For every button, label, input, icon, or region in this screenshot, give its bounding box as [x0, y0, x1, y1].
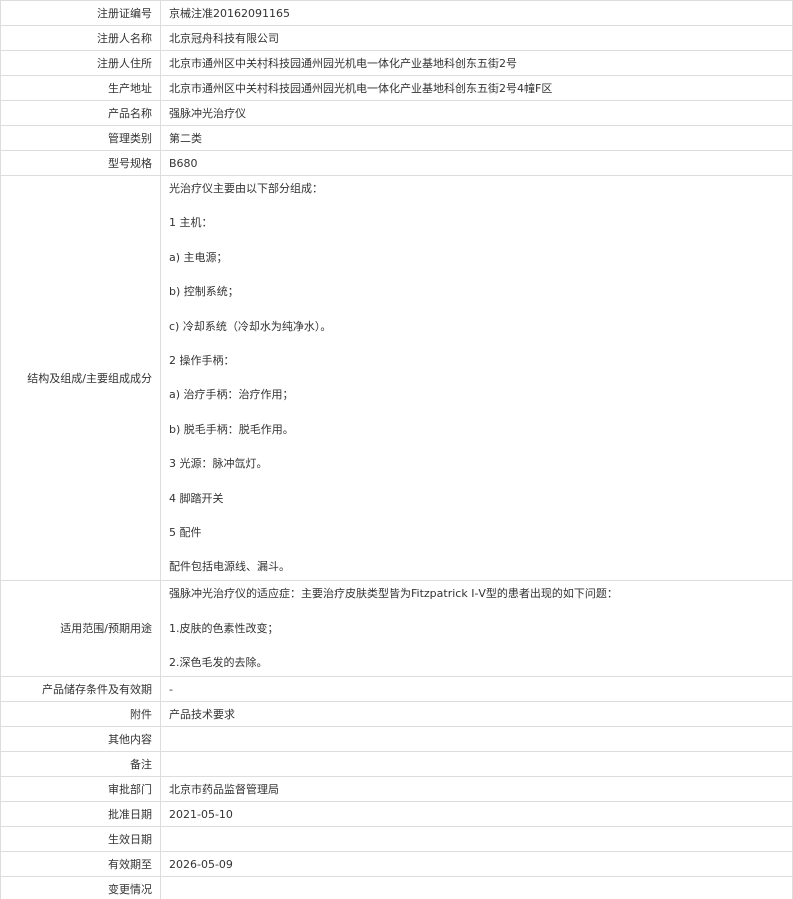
attachment-value: 产品技术要求	[160, 701, 793, 728]
registrant-label: 注册人名称	[0, 25, 161, 51]
row-valid-until: 有效期至 2026-05-09	[0, 851, 793, 878]
attachment-label: 附件	[0, 701, 161, 728]
valid-until-label: 有效期至	[0, 851, 161, 878]
row-authority: 审批部门 北京市药品监督管理局	[0, 776, 793, 803]
row-model: 型号规格 B680	[0, 150, 793, 176]
valid-until-value: 2026-05-09	[160, 851, 793, 878]
row-other: 其他内容	[0, 726, 793, 753]
remark-label: 备注	[0, 751, 161, 778]
row-reg-no: 注册证编号 京械注准20162091165	[0, 0, 793, 26]
product-name-value: 强脉冲光治疗仪	[160, 100, 793, 126]
structure-line: 1 主机：	[169, 216, 213, 230]
row-approval-date: 批准日期 2021-05-10	[0, 801, 793, 828]
structure-line: a) 主电源；	[169, 250, 228, 264]
registration-detail-table: 注册证编号 京械注准20162091165 注册人名称 北京冠舟科技有限公司 注…	[0, 0, 793, 899]
change-value	[160, 876, 793, 899]
address-label: 注册人住所	[0, 50, 161, 76]
structure-line: 配件包括电源线、漏斗。	[169, 560, 290, 574]
scope-label: 适用范围/预期用途	[0, 580, 161, 678]
remark-value	[160, 751, 793, 778]
row-storage: 产品储存条件及有效期 -	[0, 676, 793, 703]
approval-date-label: 批准日期	[0, 801, 161, 828]
change-label: 变更情况	[0, 876, 161, 899]
structure-line: c) 冷却系统（冷却水为纯净水）。	[169, 319, 332, 333]
structure-line: 5 配件	[169, 525, 202, 539]
row-product-name: 产品名称 强脉冲光治疗仪	[0, 100, 793, 126]
authority-label: 审批部门	[0, 776, 161, 803]
effective-date-label: 生效日期	[0, 826, 161, 853]
row-structure: 结构及组成/主要组成成分 光治疗仪主要由以下部分组成： 1 主机： a) 主电源…	[0, 174, 793, 582]
structure-value: 光治疗仪主要由以下部分组成： 1 主机： a) 主电源； b) 控制系统； c)…	[160, 174, 793, 582]
production-address-label: 生产地址	[0, 75, 161, 101]
authority-value: 北京市药品监督管理局	[160, 776, 793, 803]
reg-no-value: 京械注准20162091165	[160, 0, 793, 26]
storage-value: -	[160, 676, 793, 703]
category-value: 第二类	[160, 125, 793, 151]
structure-line: 光治疗仪主要由以下部分组成：	[169, 182, 323, 195]
structure-label: 结构及组成/主要组成成分	[0, 174, 161, 582]
production-address-value: 北京市通州区中关村科技园通州园光机电一体化产业基地科创东五街2号4幢F区	[160, 75, 793, 101]
structure-line: b) 控制系统；	[169, 285, 239, 299]
structure-line: 4 脚踏开关	[169, 491, 224, 505]
row-scope: 适用范围/预期用途 强脉冲光治疗仪的适应症：主要治疗皮肤类型皆为Fitzpatr…	[0, 580, 793, 678]
approval-date-value: 2021-05-10	[160, 801, 793, 828]
row-registrant: 注册人名称 北京冠舟科技有限公司	[0, 25, 793, 51]
other-label: 其他内容	[0, 726, 161, 753]
structure-line: 3 光源：脉冲氙灯。	[169, 457, 268, 471]
reg-no-label: 注册证编号	[0, 0, 161, 26]
row-change: 变更情况	[0, 876, 793, 899]
category-label: 管理类别	[0, 125, 161, 151]
row-production-address: 生产地址 北京市通州区中关村科技园通州园光机电一体化产业基地科创东五街2号4幢F…	[0, 75, 793, 101]
row-address: 注册人住所 北京市通州区中关村科技园通州园光机电一体化产业基地科创东五街2号	[0, 50, 793, 76]
row-remark: 备注	[0, 751, 793, 778]
product-name-label: 产品名称	[0, 100, 161, 126]
scope-line: 强脉冲光治疗仪的适应症：主要治疗皮肤类型皆为Fitzpatrick Ⅰ-Ⅴ型的患…	[169, 587, 618, 601]
other-value	[160, 726, 793, 753]
row-effective-date: 生效日期	[0, 826, 793, 853]
storage-label: 产品储存条件及有效期	[0, 676, 161, 703]
registrant-value: 北京冠舟科技有限公司	[160, 25, 793, 51]
model-label: 型号规格	[0, 150, 161, 176]
structure-line: 2 操作手柄：	[169, 353, 235, 367]
effective-date-value	[160, 826, 793, 853]
scope-value: 强脉冲光治疗仪的适应症：主要治疗皮肤类型皆为Fitzpatrick Ⅰ-Ⅴ型的患…	[160, 580, 793, 678]
row-category: 管理类别 第二类	[0, 125, 793, 151]
structure-line: a) 治疗手柄：治疗作用；	[169, 388, 294, 402]
scope-line: 2.深色毛发的去除。	[169, 656, 268, 670]
model-value: B680	[160, 150, 793, 176]
structure-line: b) 脱毛手柄：脱毛作用。	[169, 422, 294, 436]
row-attachment: 附件 产品技术要求	[0, 701, 793, 728]
address-value: 北京市通州区中关村科技园通州园光机电一体化产业基地科创东五街2号	[160, 50, 793, 76]
scope-line: 1.皮肤的色素性改变；	[169, 621, 279, 635]
